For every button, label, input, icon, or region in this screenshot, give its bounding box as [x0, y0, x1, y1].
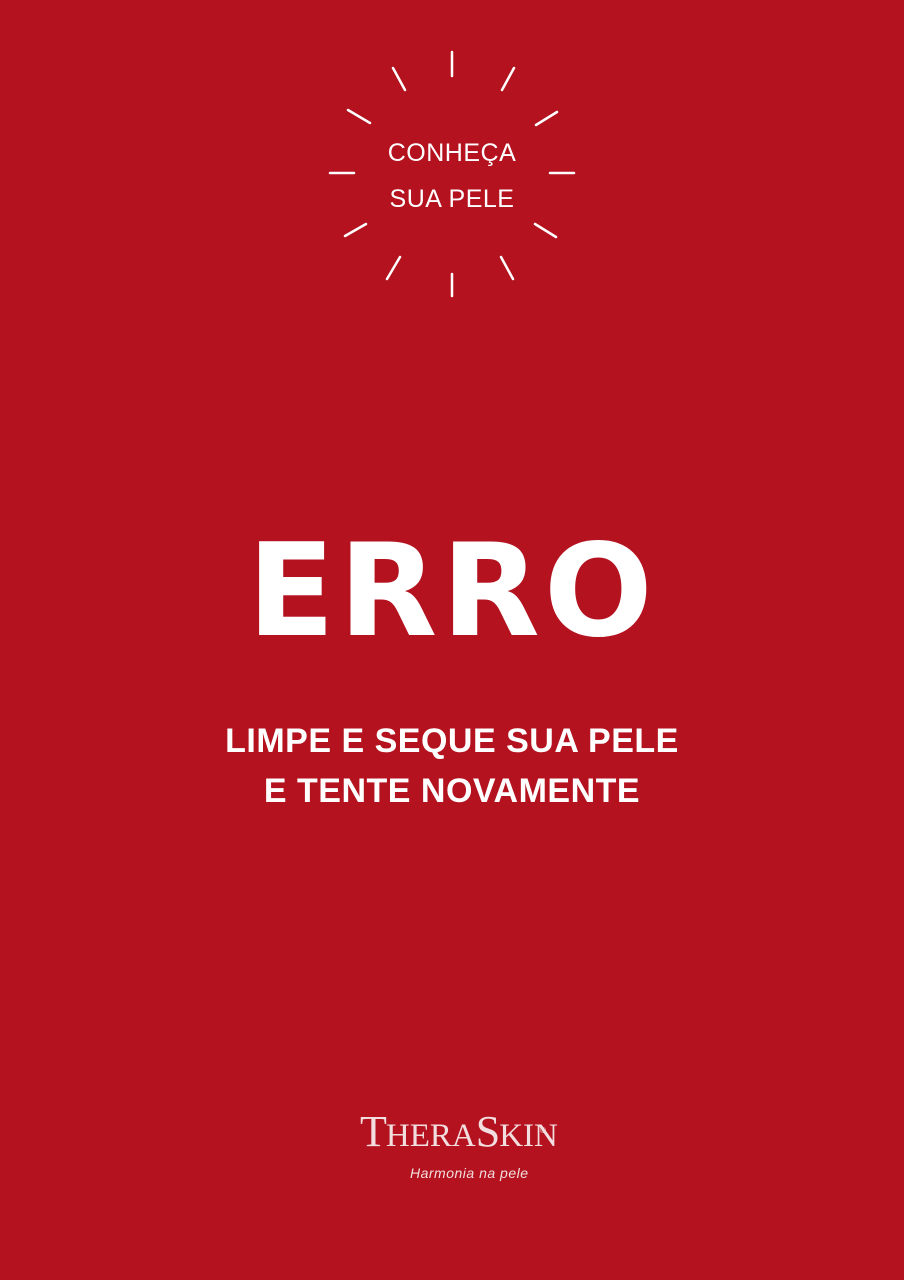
- sunburst-icon: [328, 50, 576, 298]
- brand-letters-hera: HERA: [385, 1118, 476, 1154]
- know-your-skin-badge: CONHEÇA SUA PELE: [326, 46, 578, 302]
- brand-tagline: Harmonia na pele: [410, 1165, 529, 1181]
- error-screen: CONHEÇA SUA PELE ERRO LIMPE E SEQUE SUA …: [0, 0, 904, 1280]
- brand-letter-s: S: [475, 1107, 501, 1156]
- brand-name: THERASKIN: [360, 1110, 558, 1154]
- error-title: ERRO: [247, 517, 657, 666]
- brand-letters-kin: KIN: [499, 1118, 558, 1154]
- badge-line-2: SUA PELE: [389, 185, 515, 213]
- badge-line-1: CONHEÇA: [387, 139, 517, 167]
- error-message-line-2: E TENTE NOVAMENTE: [263, 772, 641, 810]
- theraskin-logo: THERASKIN ® Harmonia na pele: [360, 1110, 558, 1194]
- error-message-line-1: LIMPE E SEQUE SUA PELE: [225, 722, 679, 760]
- brand-letter-t: T: [360, 1107, 387, 1156]
- registered-mark: ®: [540, 1126, 546, 1135]
